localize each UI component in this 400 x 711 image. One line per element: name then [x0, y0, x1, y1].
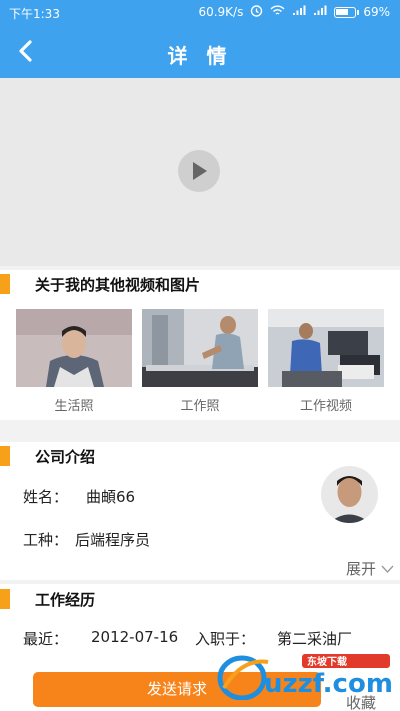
work-video-thumbnail	[268, 309, 384, 387]
play-icon	[193, 162, 207, 180]
recent-date: 2012-07-16	[91, 628, 179, 646]
battery-icon	[334, 6, 360, 18]
recent-label: 最近：	[23, 630, 69, 648]
signal-icon-2	[313, 5, 327, 19]
company-name: 第二采油厂	[277, 630, 353, 648]
status-bar: 下午1:33 60.9K/s 69%	[0, 0, 400, 24]
status-time: 下午1:33	[9, 7, 60, 21]
media-item-work-video[interactable]: 工作视频	[268, 309, 384, 414]
joined-label: 入职于：	[195, 630, 256, 648]
avatar[interactable]	[321, 466, 378, 523]
media-caption: 工作视频	[299, 399, 352, 414]
section-marker	[0, 274, 10, 294]
section-title: 工作经历	[35, 591, 96, 609]
experience-row: 最近： 2012-07-16 入职于： 第二采油厂	[23, 628, 352, 649]
section-title: 公司介绍	[35, 448, 96, 466]
expand-toggle[interactable]: 展开	[346, 558, 394, 579]
svg-text:东坡下载: 东坡下载	[307, 655, 347, 668]
wifi-icon	[270, 5, 285, 20]
status-right: 60.9K/s 69%	[198, 4, 390, 20]
media-item-work-photo[interactable]: 工作照	[142, 309, 258, 414]
work-photo-thumbnail	[142, 309, 258, 387]
navbar: 详 情	[0, 27, 400, 78]
network-speed: 60.9K/s	[198, 5, 244, 19]
media-item-life-photo[interactable]: 生活照	[16, 309, 132, 414]
section-marker	[0, 446, 10, 466]
battery-percent: 69%	[363, 5, 390, 19]
job-label: 工种：	[23, 531, 69, 549]
media-caption: 工作照	[180, 399, 220, 414]
chevron-down-icon	[381, 565, 394, 573]
life-photo-thumbnail	[16, 309, 132, 387]
name-value: 曲頔66	[86, 488, 136, 506]
job-row: 工种： 后端程序员	[23, 529, 150, 550]
media-caption: 生活照	[54, 399, 94, 414]
alarm-icon	[250, 4, 263, 20]
job-value: 后端程序员	[75, 531, 151, 549]
play-button[interactable]	[178, 150, 220, 192]
section-marker	[0, 589, 10, 609]
expand-label: 展开	[346, 560, 377, 578]
app-header: 下午1:33 60.9K/s 69% 详 情	[0, 0, 400, 78]
name-row: 姓名： 曲頔66	[23, 486, 135, 507]
name-label: 姓名：	[23, 488, 69, 506]
battery-level	[336, 8, 349, 15]
signal-icon	[292, 5, 306, 19]
section-title: 关于我的其他视频和图片	[35, 276, 201, 294]
favorite-button[interactable]: 收藏	[346, 692, 376, 711]
page-title: 详 情	[167, 44, 233, 68]
